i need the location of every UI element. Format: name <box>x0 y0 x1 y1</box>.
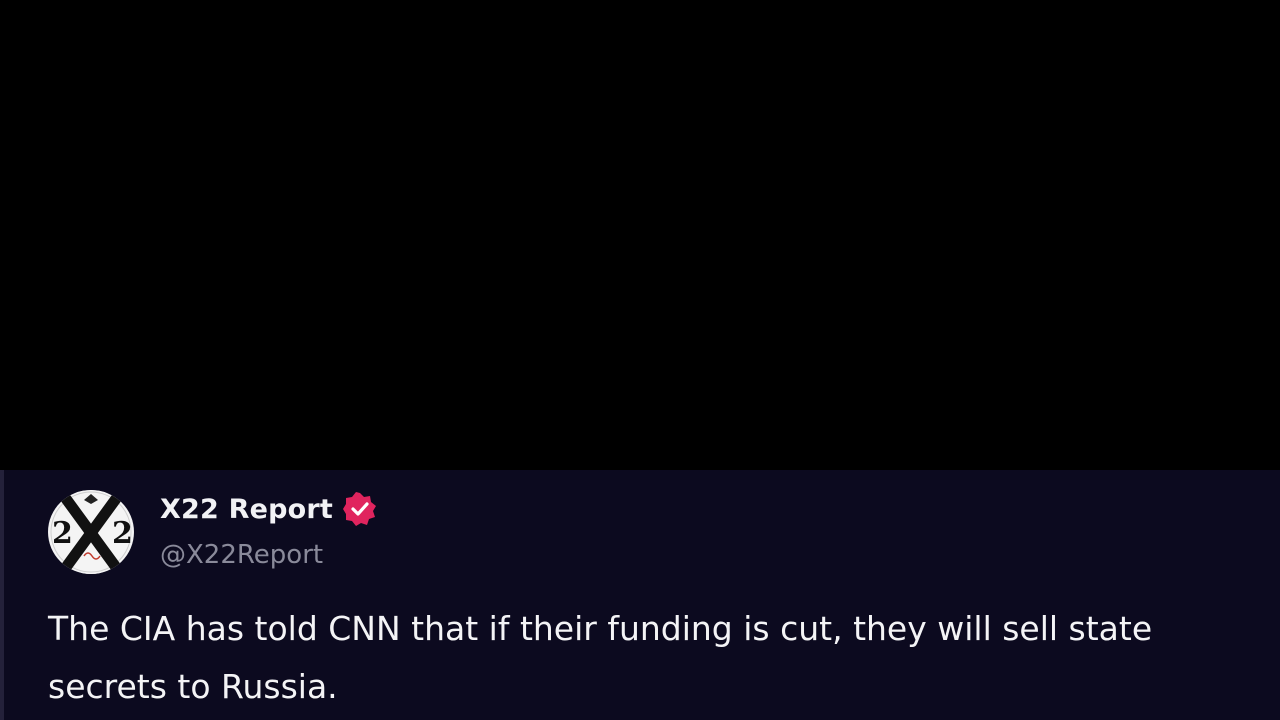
post-text: The CIA has told CNN that if their fundi… <box>48 609 1153 706</box>
author-handle[interactable]: @X22Report <box>160 540 323 570</box>
author-name-row: X22 Report <box>160 492 377 526</box>
verified-badge-icon <box>343 492 377 526</box>
svg-text:2: 2 <box>112 516 133 551</box>
author-display-name[interactable]: X22 Report <box>160 494 333 525</box>
post-card: 2 2 X22 Report @X22Report The CIA has to… <box>0 470 1280 720</box>
video-frame <box>0 0 1280 470</box>
avatar[interactable]: 2 2 <box>48 490 134 574</box>
svg-text:2: 2 <box>52 516 73 551</box>
x22-logo-icon: 2 2 <box>49 490 133 574</box>
